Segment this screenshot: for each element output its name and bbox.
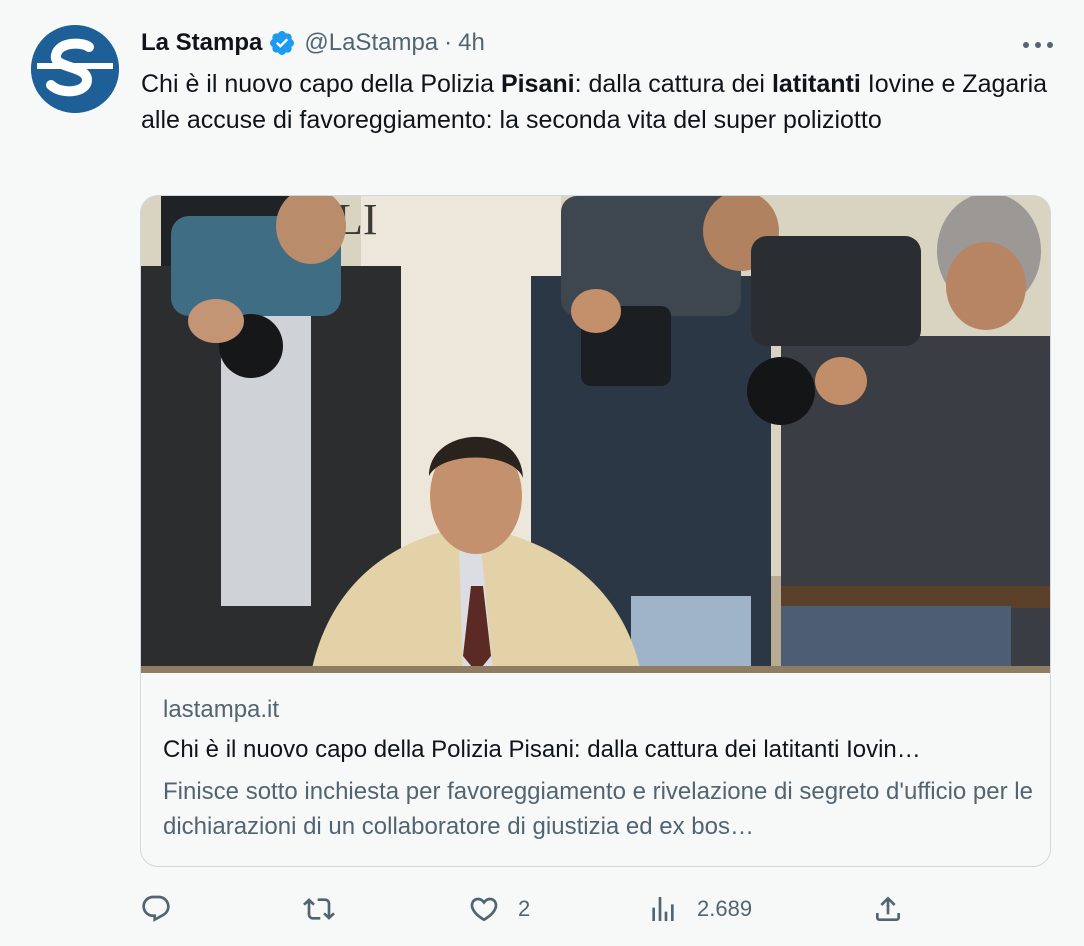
tweet[interactable]: La Stampa @LaStampa · 4h Chi è il nuovo … <box>0 0 1084 946</box>
reply-button[interactable] <box>140 885 190 933</box>
author-handle[interactable]: @LaStampa <box>304 29 438 57</box>
views-icon <box>647 893 679 925</box>
tweet-header: La Stampa @LaStampa · 4h <box>141 28 485 58</box>
action-bar: 2 2.689 <box>0 885 1084 935</box>
text-part: Chi è il nuovo capo della Polizia <box>141 70 501 98</box>
share-button[interactable] <box>872 885 904 933</box>
retweet-icon <box>303 893 335 925</box>
like-button[interactable]: 2 <box>468 885 530 933</box>
views-button[interactable]: 2.689 <box>647 885 752 933</box>
views-count: 2.689 <box>697 896 753 921</box>
card-description: Finisce sotto inchiesta per favoreggiame… <box>163 778 1033 840</box>
heart-icon <box>468 893 500 925</box>
more-icon[interactable] <box>1018 30 1058 60</box>
like-count: 2 <box>518 896 531 921</box>
card-title: Chi è il nuovo capo della Polizia Pisani… <box>163 736 921 763</box>
verified-badge-icon <box>268 29 296 57</box>
press-photo: LI <box>141 196 1050 673</box>
tweet-time[interactable]: 4h <box>458 29 485 57</box>
reply-icon <box>140 893 172 925</box>
avatar[interactable] <box>31 25 119 113</box>
text-part-bold: latitanti <box>771 70 861 98</box>
link-card[interactable]: LI lastampa.it Chi è il nuovo capo della… <box>140 195 1051 867</box>
card-domain: lastampa.it <box>163 696 280 723</box>
text-part-bold: Pisani <box>500 70 575 98</box>
tweet-text: Chi è il nuovo capo della Polizia Pisani… <box>141 66 1051 138</box>
separator: · <box>444 29 453 56</box>
la-stampa-logo <box>31 25 119 113</box>
retweet-button[interactable] <box>303 885 353 933</box>
share-icon <box>872 893 904 925</box>
author-name[interactable]: La Stampa <box>141 29 262 57</box>
card-image[interactable]: LI <box>141 196 1050 673</box>
text-part: : dalla cattura dei <box>574 70 772 98</box>
